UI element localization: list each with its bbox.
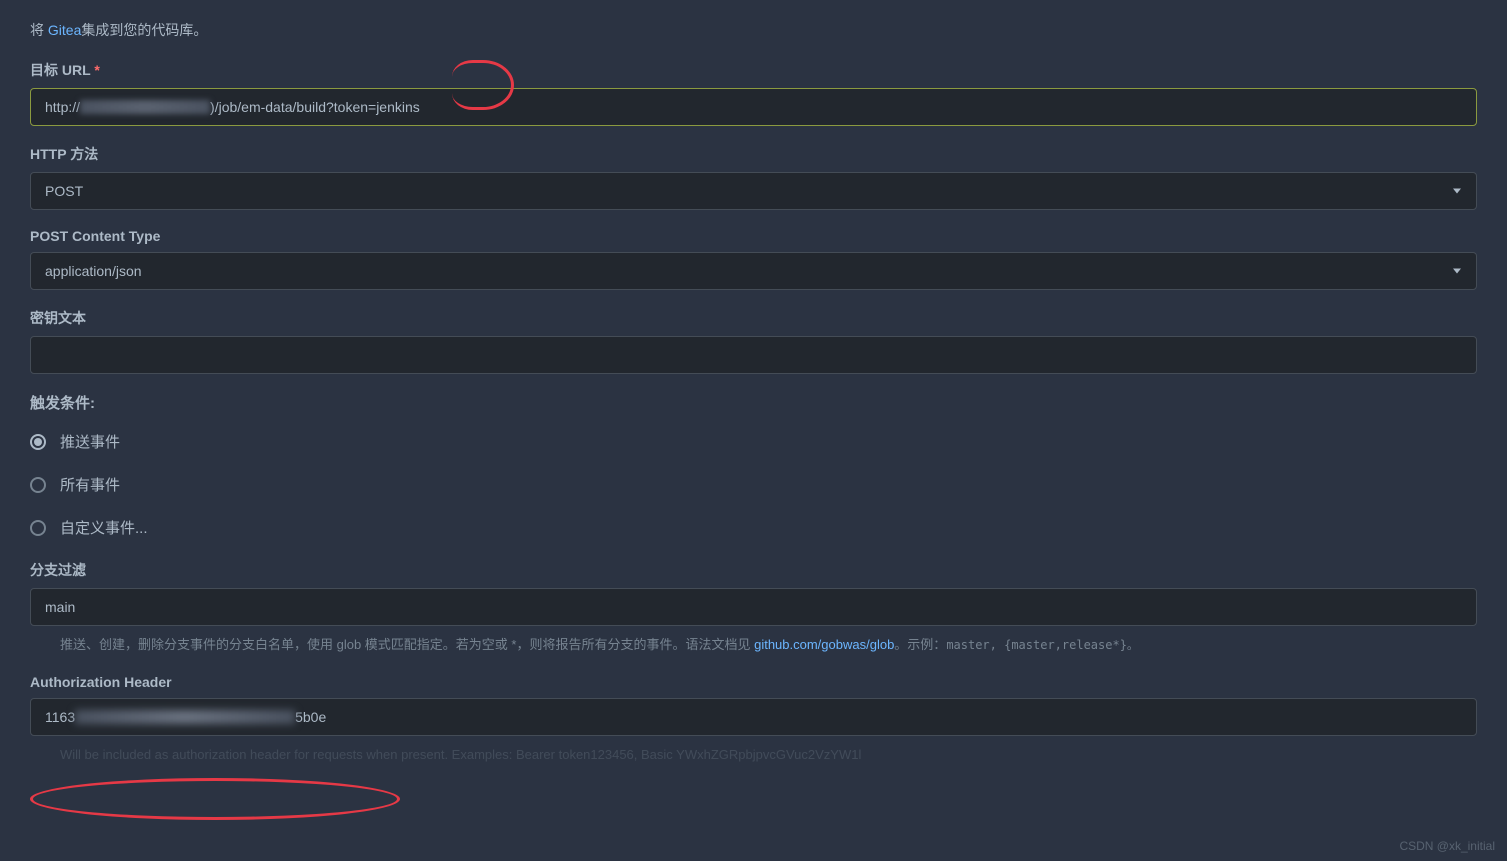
radio-circle-push — [30, 434, 46, 450]
gitea-link[interactable]: Gitea — [48, 22, 81, 38]
branch-filter-field: 分支过滤 推送、创建，删除分支事件的分支白名单，使用 glob 模式匹配指定。若… — [30, 560, 1477, 656]
secret-label: 密钥文本 — [30, 308, 1477, 328]
auth-header-label: Authorization Header — [30, 674, 1477, 690]
radio-label-push: 推送事件 — [60, 431, 120, 452]
radio-circle-all — [30, 477, 46, 493]
intro-suffix: 集成到您的代码库。 — [81, 22, 207, 38]
http-method-label: HTTP 方法 — [30, 144, 1477, 164]
content-type-label: POST Content Type — [30, 228, 1477, 244]
branch-filter-help: 推送、创建，删除分支事件的分支白名单，使用 glob 模式匹配指定。若为空或 *… — [30, 634, 1477, 656]
trigger-header: 触发条件: — [30, 392, 1477, 413]
annotation-oval-auth — [30, 778, 400, 820]
glob-docs-link[interactable]: github.com/gobwas/glob — [754, 637, 894, 652]
redacted-host — [80, 100, 210, 114]
branch-filter-label: 分支过滤 — [30, 560, 1477, 580]
http-method-field: HTTP 方法 POST — [30, 144, 1477, 210]
radio-label-all: 所有事件 — [60, 474, 120, 495]
radio-push-events[interactable]: 推送事件 — [30, 431, 1477, 452]
radio-circle-custom — [30, 520, 46, 536]
radio-custom-events[interactable]: 自定义事件... — [30, 517, 1477, 538]
target-url-label: 目标 URL * — [30, 60, 1477, 80]
radio-all-events[interactable]: 所有事件 — [30, 474, 1477, 495]
content-type-field: POST Content Type application/json — [30, 228, 1477, 290]
secret-input[interactable] — [30, 336, 1477, 374]
auth-header-field: Authorization Header 11635b0e Will be in… — [30, 674, 1477, 766]
http-method-select[interactable]: POST — [30, 172, 1477, 210]
intro-prefix: 将 — [30, 22, 48, 38]
target-url-field: 目标 URL * http://)/job/em-data/build?toke… — [30, 60, 1477, 126]
target-url-input[interactable]: http://)/job/em-data/build?token=jenkins — [30, 88, 1477, 126]
secret-field: 密钥文本 — [30, 308, 1477, 374]
branch-filter-input[interactable] — [30, 588, 1477, 626]
trigger-section: 触发条件: 推送事件 所有事件 自定义事件... — [30, 392, 1477, 538]
intro-text: 将 Gitea集成到您的代码库。 — [30, 20, 1477, 40]
redacted-token — [75, 710, 295, 724]
auth-header-input[interactable]: 11635b0e — [30, 698, 1477, 736]
watermark: CSDN @xk_initial — [1399, 839, 1495, 853]
auth-header-help: Will be included as authorization header… — [30, 744, 1477, 766]
required-marker: * — [94, 62, 99, 78]
radio-label-custom: 自定义事件... — [60, 517, 148, 538]
content-type-select[interactable]: application/json — [30, 252, 1477, 290]
